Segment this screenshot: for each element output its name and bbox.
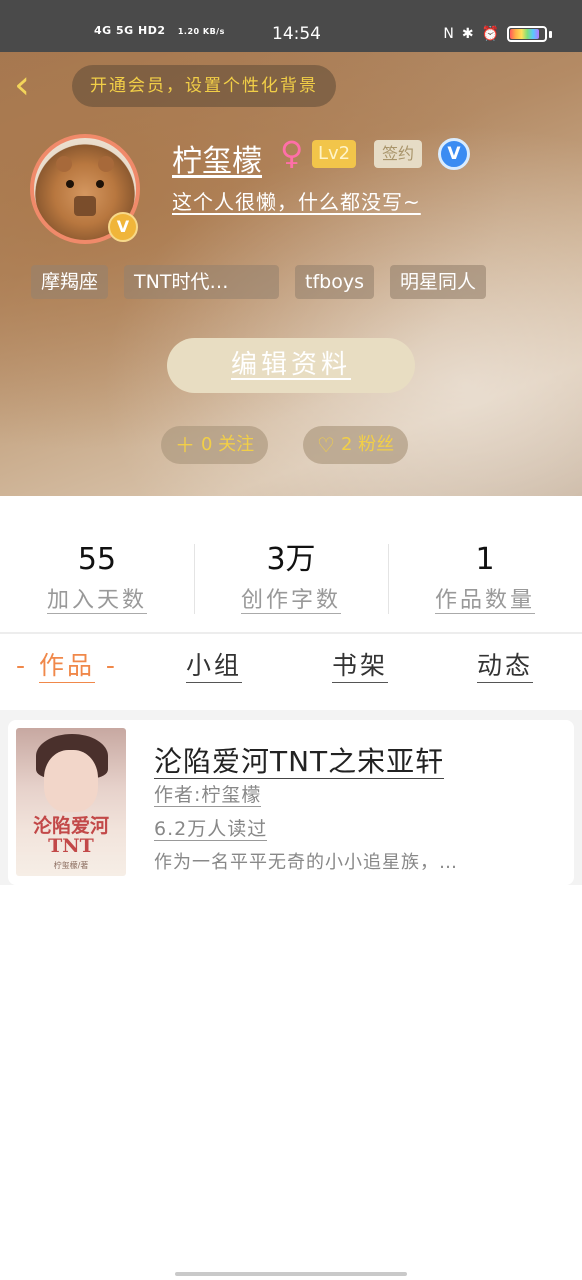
tab-dash-right: -	[94, 651, 118, 680]
heart-icon: ♡	[317, 433, 335, 457]
stat-label: 创作字数	[240, 588, 341, 614]
work-author-text: 作者:柠玺檬	[154, 784, 262, 807]
cover-title: 沦陷爱河TNT	[32, 815, 109, 857]
stat-value: 55	[77, 542, 117, 577]
stat-label: 作品数量	[434, 588, 535, 614]
tag-item[interactable]: 明星同人	[389, 265, 486, 299]
verified-icon: V	[438, 138, 470, 170]
bluetooth-icon: ✱	[461, 26, 474, 42]
avatar-v-badge-icon: V	[108, 212, 138, 242]
battery-level	[510, 29, 539, 39]
work-card[interactable]: 沦陷爱河TNT 柠玺檬/著 沦陷爱河TNT之宋亚轩 作者:柠玺檬 6.2万人读过…	[8, 720, 574, 885]
signed-badge: 签约	[374, 140, 423, 168]
stat-value: 1	[475, 542, 495, 577]
stat-label-wrap: 创作字数	[194, 582, 388, 614]
network-speed: 1.20 KB/s	[177, 27, 225, 36]
fans-button[interactable]: ♡ 2 粉丝	[303, 426, 409, 464]
nfc-icon: N	[443, 26, 454, 42]
stat-join-days: 55 加入天数	[0, 540, 194, 618]
home-indicator[interactable]	[175, 1272, 407, 1276]
profile-header: ‹ 开通会员，设置个性化背景 V 柠玺檬 ♀ Lv2 签约 V 这个人很懒，什么…	[0, 52, 582, 496]
work-author: 作者:柠玺檬	[154, 780, 262, 807]
book-cover[interactable]: 沦陷爱河TNT 柠玺檬/著	[16, 728, 126, 876]
status-time: 14:54	[272, 24, 321, 44]
female-icon: ♀	[280, 134, 304, 172]
work-title: 沦陷爱河TNT之宋亚轩	[154, 740, 445, 780]
cover-art	[44, 750, 98, 812]
avatar-art	[98, 156, 114, 172]
tab-groups[interactable]: 小组	[186, 646, 243, 683]
tab-bar: - 作品 - 小组 书架 动态	[0, 646, 582, 696]
tab-works[interactable]: - 作品 -	[16, 646, 118, 683]
stat-label-wrap: 加入天数	[0, 582, 194, 614]
status-bar: 4G 5G HD2 1.20 KB/s 14:54 N ✱ ⏰	[0, 0, 582, 52]
tab-label: 作品	[38, 651, 95, 683]
stat-label-wrap: 作品数量	[388, 582, 582, 614]
stat-word-count: 3万 创作字数	[194, 540, 388, 618]
work-reads-text: 6.2万人读过	[154, 818, 268, 841]
alarm-icon: ⏰	[481, 26, 499, 42]
stat-value: 3万	[266, 542, 316, 577]
tab-label: 动态	[477, 651, 534, 683]
fans-count: 2 粉丝	[340, 434, 395, 455]
tag-item[interactable]: 摩羯座	[31, 265, 109, 299]
work-title-text: 沦陷爱河TNT之宋亚轩	[154, 745, 445, 779]
stat-works-count: 1 作品数量	[388, 540, 582, 618]
tab-dash-left: -	[16, 651, 39, 680]
tab-label: 书架	[332, 651, 389, 683]
tag-item[interactable]: TNT时代…	[124, 265, 280, 299]
work-description: 作为一名平平无奇的小小追星族，…	[154, 852, 458, 873]
avatar-art	[56, 156, 72, 172]
tag-item[interactable]: tfboys	[295, 265, 374, 299]
network-label: 4G 5G HD2	[94, 24, 166, 37]
avatar-art	[66, 180, 74, 188]
tab-bookshelf[interactable]: 书架	[332, 646, 389, 683]
vip-banner[interactable]: 开通会员，设置个性化背景	[72, 65, 336, 107]
level-badge: Lv2	[312, 140, 357, 168]
work-reads: 6.2万人读过	[154, 814, 268, 841]
cover-subtitle: 柠玺檬/著	[53, 861, 89, 870]
battery-icon	[507, 26, 547, 42]
stat-label: 加入天数	[46, 588, 147, 614]
stats-row: 55 加入天数 3万 创作字数 1 作品数量	[0, 540, 582, 618]
tag-list: 摩羯座 TNT时代… tfboys 明星同人	[31, 265, 486, 299]
back-button[interactable]: ‹	[14, 65, 48, 106]
edit-profile-label: 编辑资料	[230, 350, 351, 380]
username: 柠玺檬	[172, 144, 262, 179]
edit-profile-button[interactable]: 编辑资料	[167, 338, 415, 393]
following-button[interactable]: ＋ 0 关注	[161, 426, 269, 464]
add-user-icon: ＋	[175, 433, 195, 457]
battery-cap	[549, 30, 552, 38]
avatar-art	[96, 180, 104, 188]
tab-activity[interactable]: 动态	[477, 646, 534, 683]
status-icons: N ✱ ⏰	[443, 26, 552, 42]
network-indicator: 4G 5G HD2 1.20 KB/s	[94, 24, 225, 37]
divider	[0, 632, 582, 634]
following-count: 0 关注	[201, 434, 255, 455]
chevron-left-icon: ‹	[14, 62, 30, 108]
bio-text[interactable]: 这个人很懒，什么都没写~	[172, 186, 421, 215]
tab-label: 小组	[186, 651, 243, 683]
avatar-art	[74, 196, 96, 216]
